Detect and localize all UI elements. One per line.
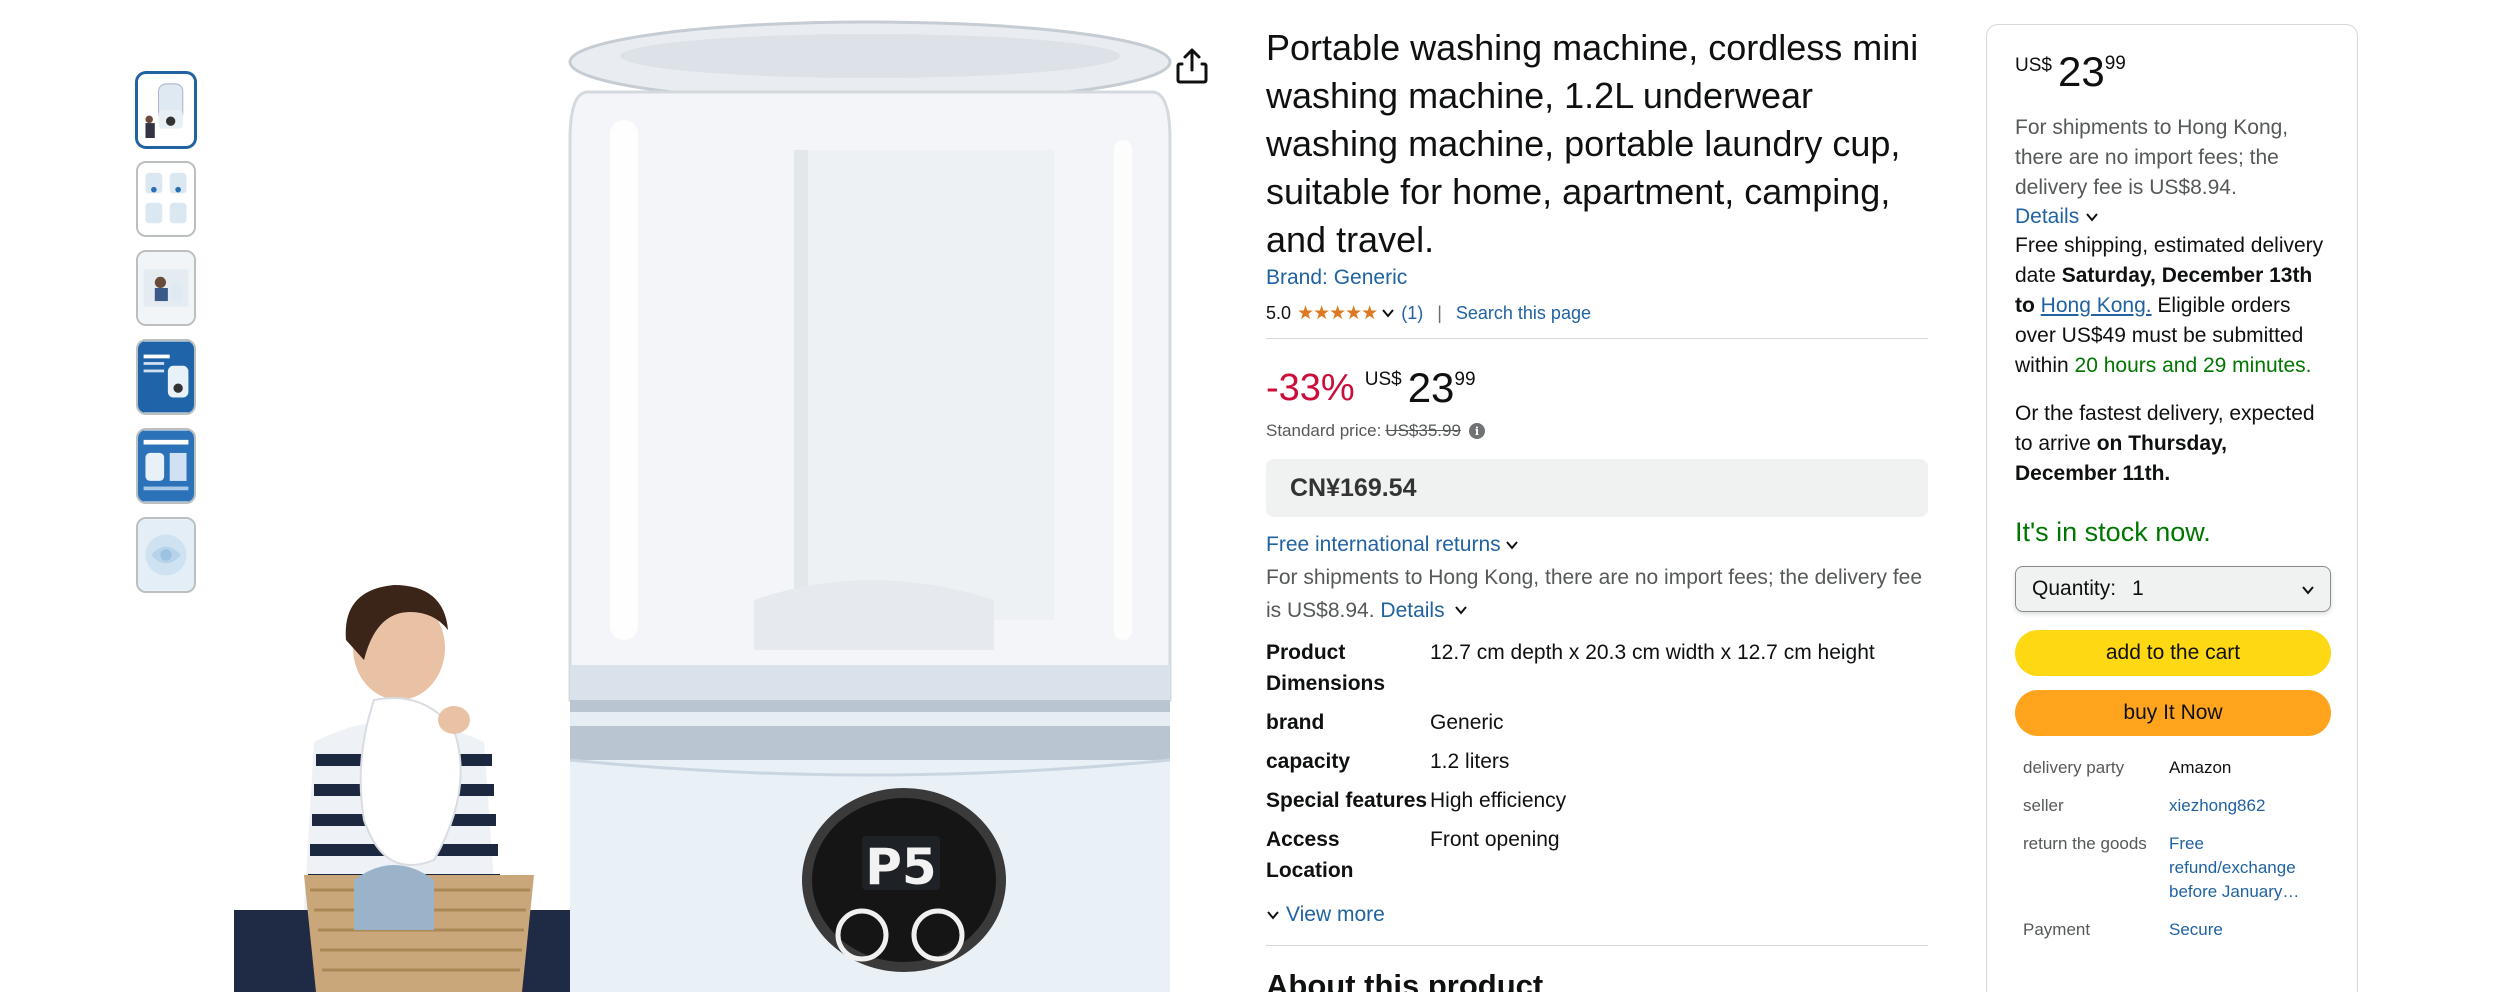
- main-product-image[interactable]: P5: [234, 0, 1234, 992]
- search-this-page-link[interactable]: Search this page: [1456, 303, 1591, 324]
- rating-row: 5.0 ★★★★★ (1) | Search this page: [1266, 300, 1928, 326]
- spec-key: Special features: [1266, 789, 1428, 812]
- thumbnail-strip: [136, 72, 198, 606]
- rating-count-link[interactable]: (1): [1401, 303, 1423, 324]
- view-more-label: View more: [1286, 903, 1385, 926]
- import-fee-note: For shipments to Hong Kong, there are no…: [2015, 116, 2289, 199]
- thumbnail-2[interactable]: [136, 161, 196, 237]
- divider: [1266, 945, 1928, 946]
- spec-key: Access Location: [1266, 828, 1354, 882]
- details-link[interactable]: Details: [2015, 205, 2331, 229]
- meta-row: return the goods Free refund/exchange be…: [2015, 832, 2331, 904]
- return-policy-link[interactable]: Free refund/exchange before January…: [2169, 832, 2331, 904]
- meta-row: seller xiezhong862: [2015, 794, 2331, 818]
- spec-key: Product Dimensions: [1266, 641, 1386, 695]
- local-currency-price: CN¥169.54: [1266, 459, 1928, 517]
- price-fraction: 99: [2104, 53, 2126, 74]
- chevron-down-icon: [1267, 911, 1279, 920]
- meta-key: seller: [2023, 796, 2064, 815]
- thumbnail-1[interactable]: [136, 72, 196, 148]
- standard-price-label: Standard price:: [1266, 421, 1382, 440]
- washing-machine-illustration: P5: [568, 20, 1172, 992]
- details-label: Details: [2015, 205, 2080, 228]
- spec-value: 1.2 liters: [1430, 750, 1510, 773]
- thumbnail-6[interactable]: [136, 517, 196, 593]
- meta-row: delivery party Amazon: [2015, 756, 2331, 780]
- meta-value: Amazon: [2169, 758, 2232, 777]
- seller-link[interactable]: xiezhong862: [2169, 794, 2331, 818]
- spec-row: brand Generic: [1266, 707, 1928, 738]
- price-whole: 23: [1407, 364, 1455, 411]
- chevron-down-icon: [2086, 213, 2098, 222]
- seller-info: delivery party Amazon seller xiezhong862…: [2015, 756, 2331, 942]
- quantity-select[interactable]: Quantity: 1: [2015, 566, 2331, 612]
- star-icon[interactable]: ★★★★★: [1297, 302, 1378, 325]
- shipping-note: For shipments to Hong Kong, there are no…: [1266, 561, 1928, 627]
- delivery-location-link[interactable]: Hong Kong.: [2041, 294, 2152, 317]
- meta-key: delivery party: [2023, 758, 2125, 777]
- thumbnail-4[interactable]: [136, 339, 196, 415]
- price-currency: US$: [2015, 55, 2052, 76]
- delivery-estimate: Free shipping, estimated delivery date S…: [2015, 231, 2331, 381]
- spec-value: Generic: [1430, 711, 1504, 734]
- spec-value: 12.7 cm depth x 20.3 cm width x 12.7 cm …: [1430, 641, 1875, 664]
- returns-label: Free international returns: [1266, 533, 1501, 556]
- spec-row: Access Location Front opening: [1266, 824, 1928, 886]
- shipping-details-link[interactable]: Details: [1380, 599, 1444, 622]
- spec-value: High efficiency: [1430, 789, 1567, 812]
- meta-row: Payment Secure: [2015, 918, 2331, 942]
- spec-row: Product Dimensions 12.7 cm depth x 20.3 …: [1266, 637, 1928, 699]
- brand-link[interactable]: Brand: Generic: [1266, 266, 1928, 290]
- chevron-down-icon: [1505, 541, 1518, 550]
- divider: [1266, 338, 1928, 339]
- chevron-down-icon: [2302, 586, 2314, 595]
- chevron-down-icon[interactable]: [1381, 306, 1395, 320]
- add-to-cart-button[interactable]: add to the cart: [2015, 630, 2331, 676]
- spec-value: Front opening: [1430, 828, 1560, 851]
- free-returns-link[interactable]: Free international returns: [1266, 533, 1928, 557]
- about-heading: About this product: [1266, 968, 1544, 992]
- meta-key: Payment: [2023, 920, 2091, 939]
- thumbnail-5[interactable]: [136, 428, 196, 504]
- price-whole: 23: [2057, 48, 2105, 95]
- buybox-price: US$ 23 99: [2015, 49, 2331, 97]
- stock-status: It's in stock now.: [2015, 517, 2211, 547]
- shipping-note-text: For shipments to Hong Kong, there are no…: [1266, 566, 1923, 622]
- chevron-down-icon[interactable]: [1454, 603, 1468, 617]
- discount-percent: -33%: [1266, 367, 1355, 409]
- spec-key: capacity: [1266, 750, 1351, 773]
- display-screen-text: P5: [865, 838, 936, 896]
- view-more-link[interactable]: View more: [1266, 903, 1928, 927]
- spec-row: capacity 1.2 liters: [1266, 746, 1928, 777]
- standard-price-value: US$35.99: [1385, 421, 1461, 440]
- product-title: Portable washing machine, cordless mini …: [1266, 27, 1919, 260]
- payment-link[interactable]: Secure: [2169, 918, 2331, 942]
- buy-now-button[interactable]: buy It Now: [2015, 690, 2331, 736]
- quantity-value: 1: [2132, 577, 2144, 600]
- price-block: -33% US$ 23 99: [1266, 365, 1928, 411]
- spec-table: Product Dimensions 12.7 cm depth x 20.3 …: [1266, 637, 1928, 897]
- spec-row: Special features High efficiency: [1266, 785, 1928, 816]
- quantity-label: Quantity:: [2032, 577, 2117, 600]
- fastest-delivery: Or the fastest delivery, expected to arr…: [2015, 399, 2331, 489]
- price-fraction: 99: [1454, 369, 1476, 390]
- product-info-column: Portable washing machine, cordless mini …: [1266, 0, 1928, 992]
- divider: |: [1437, 302, 1442, 323]
- order-cutoff-time: 20 hours and 29 minutes.: [2074, 354, 2312, 377]
- thumbnail-3[interactable]: [136, 250, 196, 326]
- price-currency: US$: [1364, 369, 1402, 390]
- spec-key: brand: [1266, 711, 1325, 734]
- share-icon[interactable]: [1174, 46, 1210, 86]
- info-icon[interactable]: i: [1468, 423, 1485, 439]
- rating-value: 5.0: [1266, 302, 1292, 323]
- standard-price: Standard price: US$35.99 i: [1266, 421, 1928, 441]
- cny-price: CN¥169.54: [1290, 473, 1417, 502]
- buy-box: US$ 23 99 For shipments to Hong Kong, th…: [1986, 24, 2358, 992]
- meta-key: return the goods: [2023, 834, 2147, 853]
